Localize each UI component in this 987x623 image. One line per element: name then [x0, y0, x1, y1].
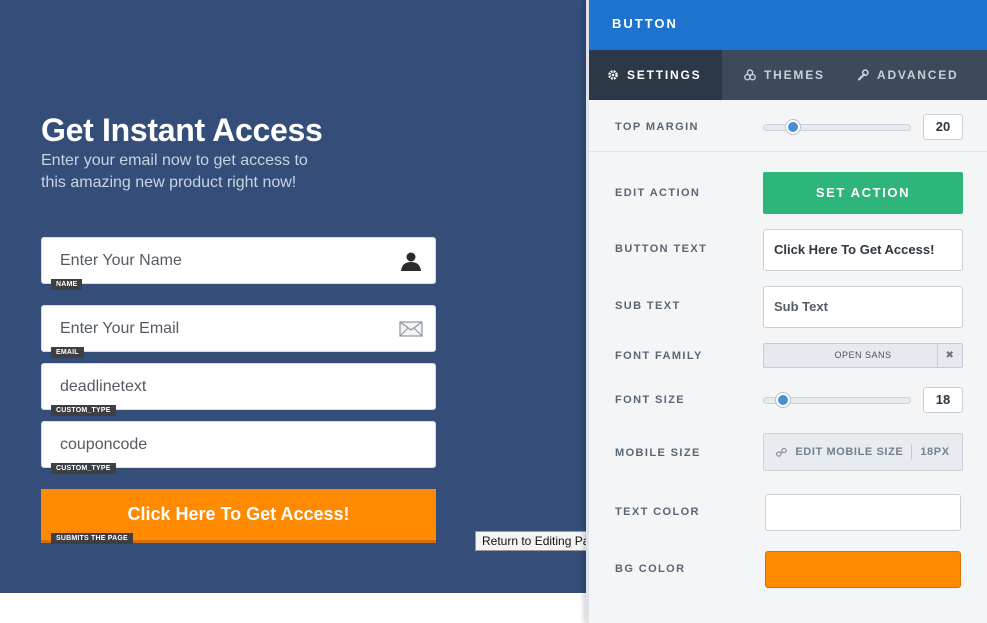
subheadline-line-1: Enter your email now to get access to — [41, 152, 308, 169]
edit-action-label: EDIT ACTION — [615, 187, 701, 199]
bg-color-label: BG COLOR — [615, 563, 686, 575]
font-family-select[interactable]: OPEN SANS ✖ — [763, 343, 963, 368]
tab-settings-label: SETTINGS — [627, 68, 702, 82]
envelope-icon — [399, 321, 423, 337]
sub-text-input[interactable]: Sub Text — [763, 286, 963, 328]
top-margin-label: TOP MARGIN — [615, 121, 699, 133]
edit-mobile-size-label: EDIT MOBILE SIZE — [795, 446, 904, 458]
name-placeholder: Enter Your Name — [60, 252, 182, 269]
panel-title: BUTTON — [589, 0, 987, 50]
font-size-slider[interactable] — [763, 393, 911, 407]
font-size-slider-handle[interactable] — [776, 393, 790, 407]
email-placeholder: Enter Your Email — [60, 320, 180, 337]
text-color-label: TEXT COLOR — [615, 506, 700, 518]
separator — [911, 444, 913, 460]
gear-icon — [608, 70, 618, 80]
button-settings-panel: BUTTON SETTINGS THEMES ADVANCED TOP MARG… — [586, 0, 987, 623]
mobile-size-value: 18PX — [920, 446, 950, 458]
top-margin-slider[interactable] — [763, 120, 911, 134]
top-margin-input[interactable]: 20 — [923, 114, 963, 140]
wrench-icon — [857, 69, 869, 81]
divider — [589, 151, 987, 152]
tab-advanced-label: ADVANCED — [877, 68, 959, 82]
button-text-input[interactable]: Click Here To Get Access! — [763, 229, 963, 271]
tab-advanced[interactable]: ADVANCED — [843, 50, 987, 100]
bg-color-swatch[interactable] — [765, 551, 961, 588]
email-field[interactable]: Enter Your Email — [41, 305, 436, 352]
deadline-field[interactable]: deadlinetext — [41, 363, 436, 410]
subheadline-line-2: this amazing new product right now! — [41, 174, 297, 191]
coupon-placeholder: couponcode — [60, 436, 148, 453]
submit-tag: SUBMITS THE PAGE — [51, 533, 133, 544]
link-icon — [776, 447, 788, 457]
font-family-value: OPEN SANS — [834, 350, 892, 360]
tab-themes[interactable]: THEMES — [722, 50, 843, 100]
panel-tabs: SETTINGS THEMES ADVANCED — [589, 50, 987, 100]
headline: Get Instant Access — [41, 112, 323, 148]
deadline-placeholder: deadlinetext — [60, 378, 147, 395]
tab-themes-label: THEMES — [764, 68, 825, 82]
coupon-field[interactable]: couponcode — [41, 421, 436, 468]
button-text-label: BUTTON TEXT — [615, 243, 708, 255]
text-color-swatch[interactable] — [765, 494, 961, 531]
sub-text-label: SUB TEXT — [615, 300, 681, 312]
deadline-tag: CUSTOM_TYPE — [51, 405, 116, 416]
mobile-size-label: MOBILE SIZE — [615, 447, 701, 459]
landing-preview: Get Instant Access Enter your email now … — [0, 0, 588, 593]
tab-settings[interactable]: SETTINGS — [589, 50, 722, 100]
font-size-label: FONT SIZE — [615, 394, 686, 406]
themes-icon — [744, 69, 756, 81]
edit-mobile-size-button[interactable]: EDIT MOBILE SIZE 18PX — [763, 433, 963, 471]
user-icon — [401, 252, 421, 271]
name-tag: NAME — [51, 279, 83, 290]
email-tag: EMAIL — [51, 347, 84, 358]
subheadline: Enter your email now to get access to th… — [41, 150, 341, 194]
font-size-input[interactable]: 18 — [923, 387, 963, 413]
clear-icon[interactable]: ✖ — [937, 344, 962, 367]
coupon-tag: CUSTOM_TYPE — [51, 463, 116, 474]
top-margin-slider-handle[interactable] — [786, 120, 800, 134]
set-action-button[interactable]: SET ACTION — [763, 172, 963, 214]
font-family-label: FONT FAMILY — [615, 350, 703, 362]
page: Get Instant Access Enter your email now … — [0, 0, 987, 623]
name-field[interactable]: Enter Your Name — [41, 237, 436, 284]
